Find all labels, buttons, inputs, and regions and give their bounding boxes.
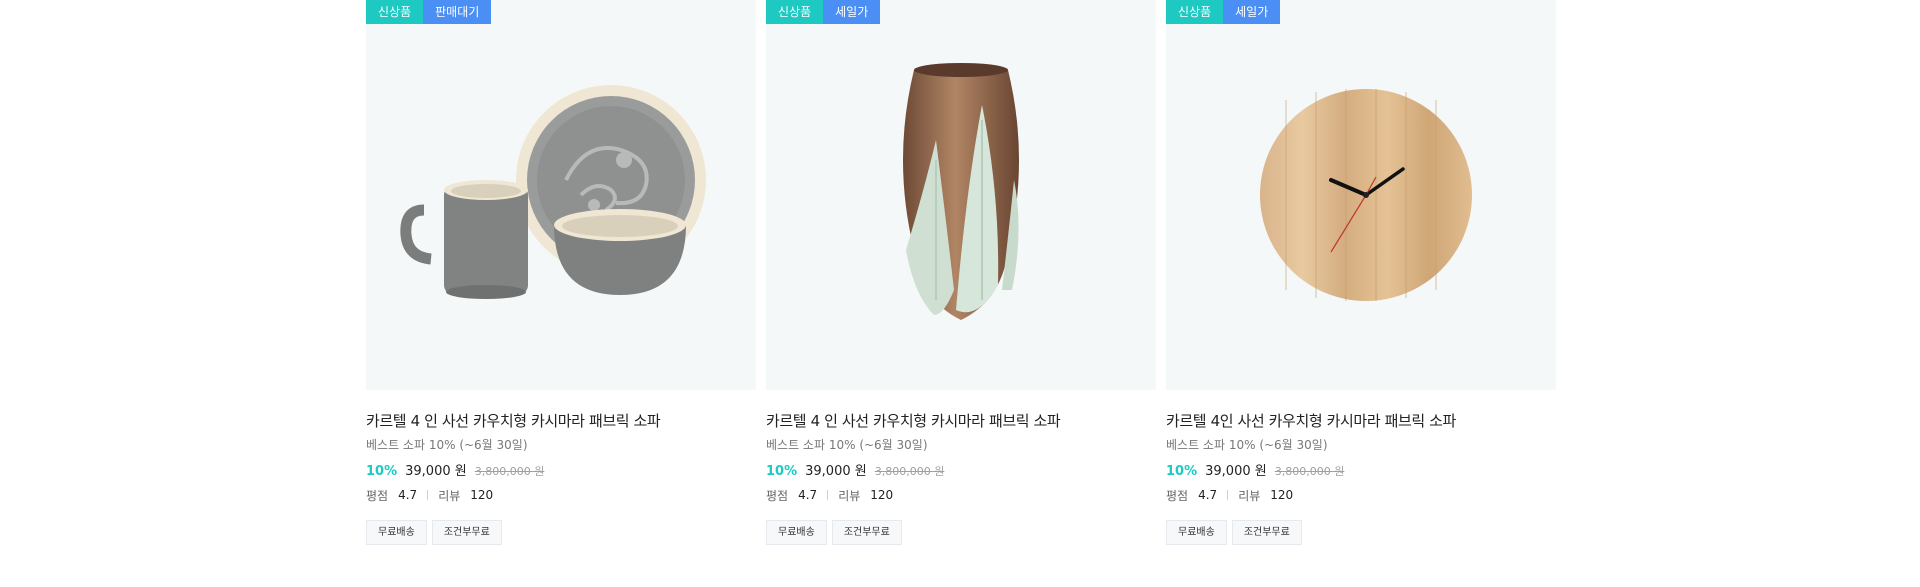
product-subtitle: 베스트 소파 10% (~6월 30일) (1166, 438, 1328, 452)
review-label: 리뷰 (438, 488, 461, 503)
free-shipping-tag: 무료배송 (1166, 520, 1227, 545)
product-image[interactable]: 신상품 세일가 (766, 0, 1156, 390)
new-badge: 신상품 (366, 0, 424, 24)
sale-badge: 세일가 (1223, 0, 1281, 24)
rating-row: 평점 4.7 리뷰 120 (366, 486, 756, 504)
rating-row: 평점 4.7 리뷰 120 (766, 486, 1156, 504)
badge-group: 신상품 세일가 (766, 0, 881, 24)
divider (427, 490, 429, 500)
shipping-tags: 무료배송 조건부무료 (366, 520, 756, 545)
conditional-free-tag: 조건부무료 (431, 520, 502, 545)
conditional-free-tag: 조건부무료 (831, 520, 902, 545)
new-badge: 신상품 (766, 0, 824, 24)
original-price: 3,800,000 원 (474, 465, 545, 478)
conditional-free-tag: 조건부무료 (1231, 520, 1302, 545)
status-badge: 판매대기 (423, 0, 492, 24)
product-image[interactable]: 신상품 세일가 (1166, 0, 1556, 390)
discount-rate: 10% (766, 464, 798, 479)
product-card[interactable]: 신상품 판매대기 카르텔 4 인 사선 카우치형 카시마라 패브릭 소파 베스트… (366, 0, 756, 545)
vase-icon (903, 63, 1019, 320)
rating-value: 4.7 (1198, 488, 1218, 502)
divider (1227, 490, 1229, 500)
rating-value: 4.7 (398, 488, 418, 502)
review-count: 120 (470, 488, 494, 502)
rating-row: 평점 4.7 리뷰 120 (1166, 486, 1556, 504)
wall-clock-icon (1260, 89, 1472, 301)
rating-label: 평점 (766, 488, 789, 503)
discount-rate: 10% (366, 464, 398, 479)
product-grid: 신상품 판매대기 카르텔 4 인 사선 카우치형 카시마라 패브릭 소파 베스트… (366, 0, 1556, 545)
new-badge: 신상품 (1166, 0, 1224, 24)
shipping-tags: 무료배송 조건부무료 (1166, 520, 1556, 545)
sale-price: 39,000 원 (405, 464, 467, 479)
product-card[interactable]: 신상품 세일가 카르텔 4 인 사선 카우치형 카시마라 패브릭 소파 베스트 … (766, 0, 1156, 545)
free-shipping-tag: 무료배송 (366, 520, 427, 545)
product-subtitle: 베스트 소파 10% (~6월 30일) (366, 438, 528, 452)
review-count: 120 (870, 488, 894, 502)
shipping-tags: 무료배송 조건부무료 (766, 520, 1156, 545)
original-price: 3,800,000 원 (874, 465, 945, 478)
sale-price: 39,000 원 (1205, 464, 1267, 479)
price-row: 10% 39,000 원 3,800,000 원 (1166, 460, 1556, 480)
product-title[interactable]: 카르텔 4 인 사선 카우치형 카시마라 패브릭 소파 (366, 410, 756, 432)
discount-rate: 10% (1166, 464, 1198, 479)
product-card[interactable]: 신상품 세일가 카르텔 4인 사선 카우치형 카시마라 패브릭 소파 베스트 소… (1166, 0, 1556, 545)
product-title[interactable]: 카르텔 4 인 사선 카우치형 카시마라 패브릭 소파 (766, 410, 1156, 432)
product-image[interactable]: 신상품 판매대기 (366, 0, 756, 390)
review-label: 리뷰 (1238, 488, 1261, 503)
product-title[interactable]: 카르텔 4인 사선 카우치형 카시마라 패브릭 소파 (1166, 410, 1556, 432)
sale-badge: 세일가 (823, 0, 881, 24)
divider (827, 490, 829, 500)
rating-label: 평점 (1166, 488, 1189, 503)
badge-group: 신상품 세일가 (1166, 0, 1281, 24)
tableware-set-icon (400, 85, 706, 299)
sale-price: 39,000 원 (805, 464, 867, 479)
rating-label: 평점 (366, 488, 389, 503)
review-label: 리뷰 (838, 488, 861, 503)
free-shipping-tag: 무료배송 (766, 520, 827, 545)
rating-value: 4.7 (798, 488, 818, 502)
price-row: 10% 39,000 원 3,800,000 원 (766, 460, 1156, 480)
product-subtitle: 베스트 소파 10% (~6월 30일) (766, 438, 928, 452)
price-row: 10% 39,000 원 3,800,000 원 (366, 460, 756, 480)
badge-group: 신상품 판매대기 (366, 0, 492, 24)
review-count: 120 (1270, 488, 1294, 502)
original-price: 3,800,000 원 (1274, 465, 1345, 478)
